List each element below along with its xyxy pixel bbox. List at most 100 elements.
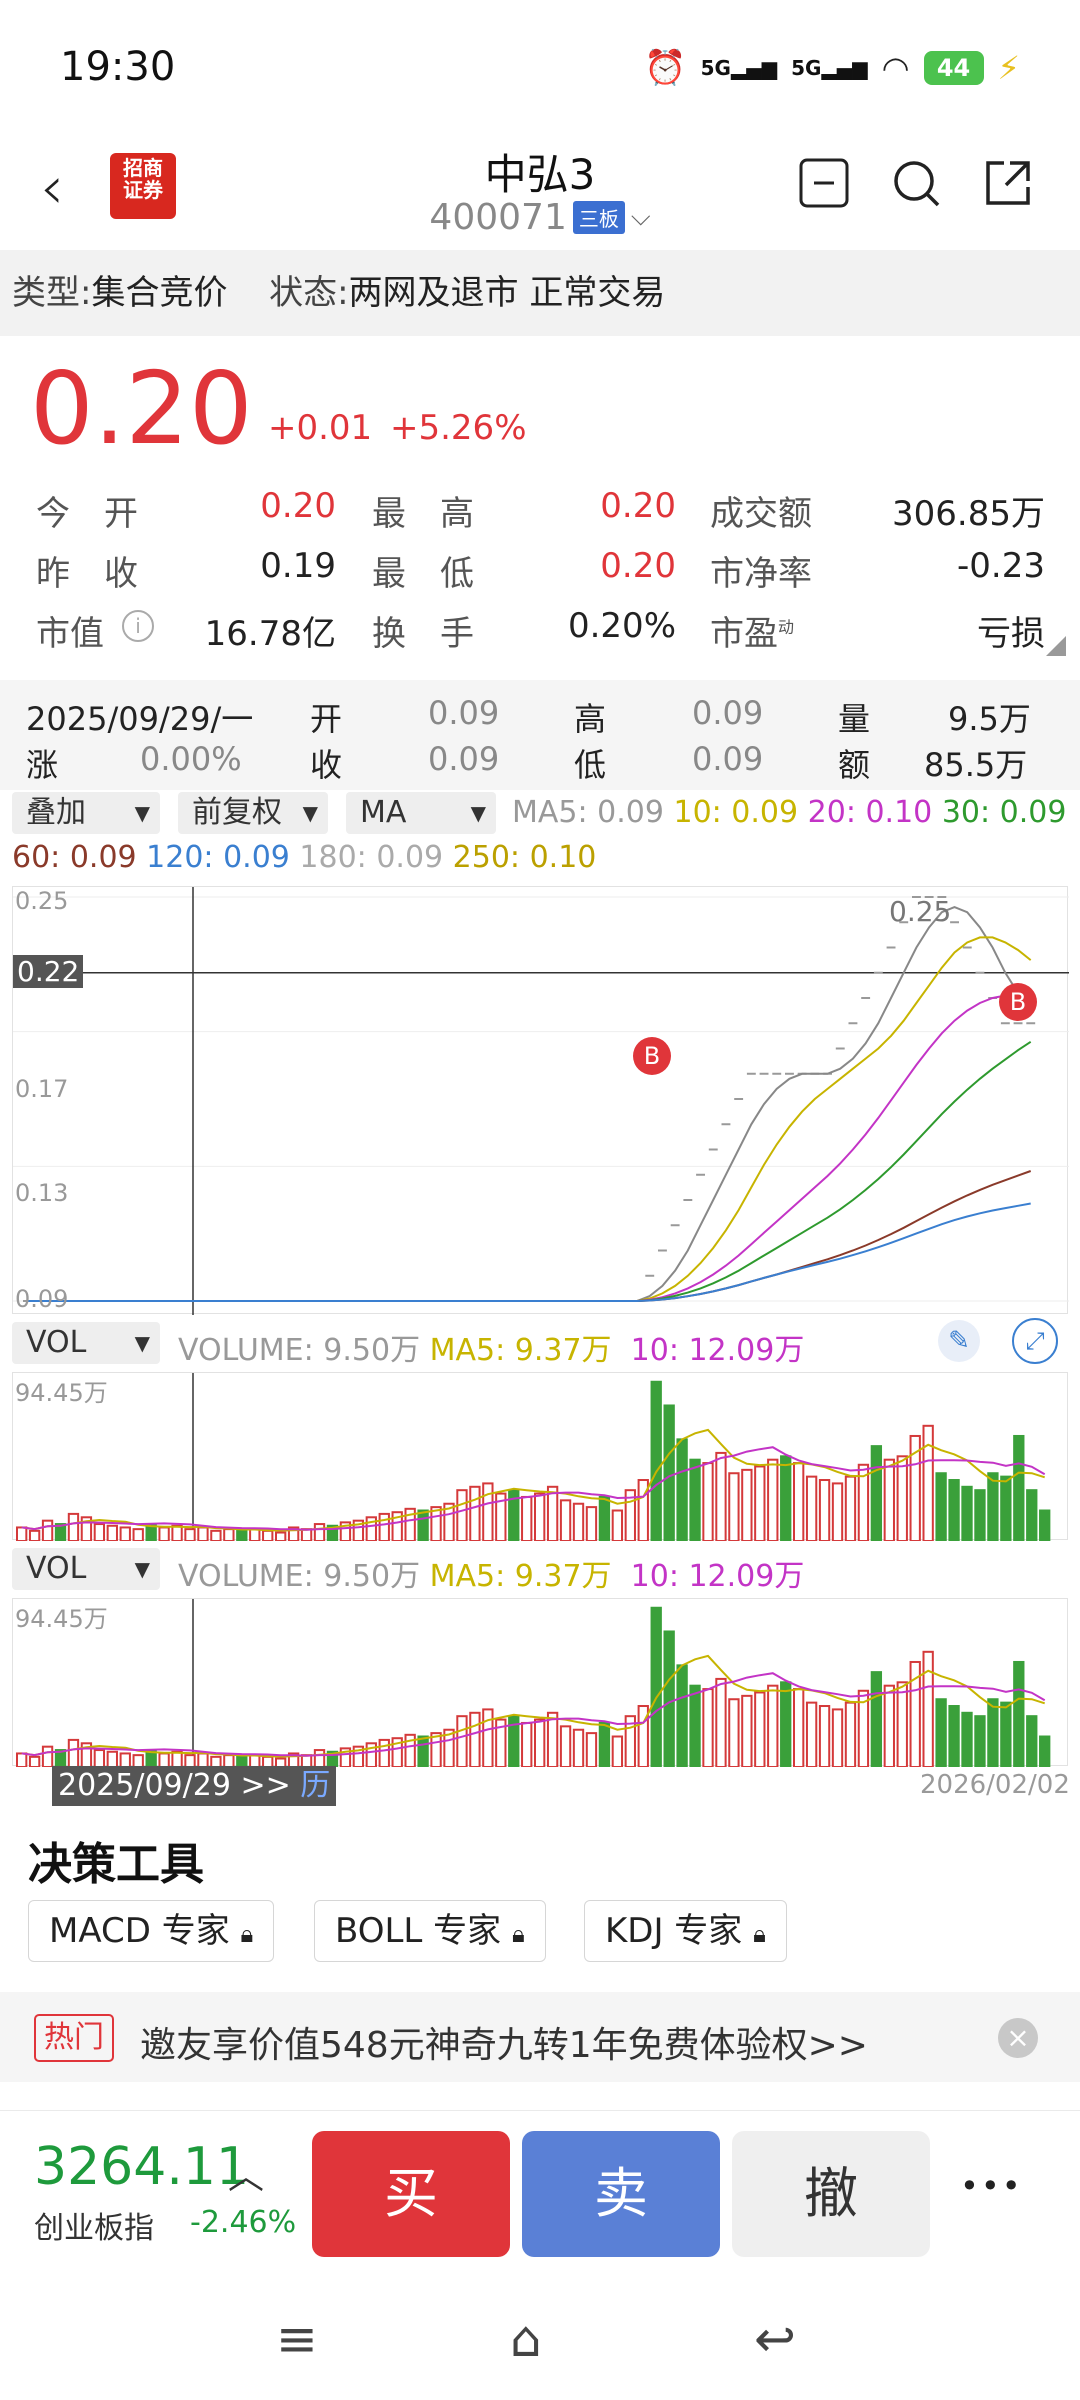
- volume-bar: [482, 1708, 494, 1768]
- day-date: 2025/09/29/一: [26, 700, 254, 738]
- promo-banner[interactable]: 热门 邀友享价值548元神奇九转1年免费体验权>> ×: [0, 1992, 1080, 2082]
- info-icon[interactable]: i: [122, 610, 154, 642]
- volume-bar: [300, 1528, 313, 1543]
- volume-bar: [469, 1711, 481, 1769]
- ma-dropdown[interactable]: MA ▼: [346, 792, 496, 834]
- volume-bar: [870, 1445, 883, 1542]
- volume-bar: [780, 1681, 792, 1768]
- volume-bar: [313, 1749, 326, 1768]
- volume-bar: [961, 1485, 973, 1543]
- ma30-line: [27, 1040, 1032, 1302]
- overlay-dropdown[interactable]: 叠加 ▼: [12, 792, 160, 834]
- cancel-button[interactable]: 撤: [732, 2131, 930, 2257]
- chevron-up-icon[interactable]: ︿: [228, 2147, 264, 2199]
- trade-bar: 3264.11 ︿ 创业板指 -2.46% 买 卖 撤 •••: [0, 2110, 1080, 2280]
- chevron-down-icon: ⌵: [630, 202, 651, 232]
- more-icon[interactable]: •••: [960, 2167, 1023, 2205]
- ma-values-row1: MA5: 0.09 10: 0.09 20: 0.10 30: 0.09: [512, 795, 1067, 830]
- volume-bar: [572, 1502, 585, 1542]
- volume-bar: [119, 1752, 131, 1769]
- volume-bar: [650, 1380, 662, 1542]
- fullscreen-icon[interactable]: ⤢: [1012, 1318, 1058, 1364]
- volume-bar: [676, 1438, 688, 1542]
- expand-corner-icon[interactable]: [1046, 636, 1066, 656]
- volume-bar: [559, 1725, 572, 1768]
- sell-button[interactable]: 卖: [522, 2131, 720, 2257]
- volume-bar: [16, 1752, 28, 1769]
- last-price: 0.20: [30, 350, 253, 467]
- volume-chart-2[interactable]: 94.45万: [12, 1598, 1068, 1769]
- close-icon[interactable]: ×: [998, 2018, 1038, 2058]
- volume-bar: [741, 1694, 753, 1768]
- edit-icon[interactable]: ✎: [938, 1320, 980, 1362]
- volume-bar: [650, 1606, 662, 1768]
- volume-chart-1[interactable]: 94.45万: [12, 1372, 1068, 1543]
- volume-bar: [28, 1529, 41, 1542]
- y-axis-bottom: 0.09: [15, 1285, 69, 1313]
- volume-bar: [728, 1698, 740, 1768]
- menu-icon[interactable]: ≡: [276, 2310, 318, 2368]
- buy-button[interactable]: 买: [312, 2131, 510, 2257]
- vol-max-2: 94.45万: [15, 1605, 108, 1633]
- vol-dropdown[interactable]: VOL ▼: [12, 1322, 160, 1364]
- type-value: 集合竞价: [91, 273, 228, 313]
- home-icon[interactable]: ⌂: [510, 2310, 542, 2368]
- kline-chart[interactable]: 0.25 0.17 0.13 0.09 0.22 0.25 B B: [12, 886, 1069, 1315]
- volume-bar: [28, 1755, 41, 1768]
- volume-bar: [754, 1691, 766, 1768]
- kline-svg: [13, 887, 1069, 1315]
- volume-bar: [780, 1455, 792, 1542]
- volume-bar: [41, 1745, 54, 1768]
- volume-bar: [171, 1524, 183, 1543]
- volume-bar: [546, 1485, 559, 1543]
- volume-bar: [16, 1526, 28, 1543]
- volume-bar: [896, 1455, 908, 1542]
- ma5-line: [27, 906, 1032, 1302]
- volume-bar: [275, 1531, 287, 1542]
- day-low-label: 低: [574, 746, 607, 784]
- volume-bar: [313, 1523, 326, 1542]
- macd-expert-button[interactable]: MACD 专家 🔒︎: [28, 1900, 275, 1962]
- volume-bar: [132, 1528, 144, 1543]
- index-value[interactable]: 3264.11: [34, 2137, 249, 2197]
- turnover-label: 成交额: [710, 494, 812, 534]
- search-icon[interactable]: [888, 157, 944, 213]
- promo-text[interactable]: 邀友享价值548元神奇九转1年免费体验权>>: [140, 2016, 868, 2068]
- turnrate-value: 0.20%: [567, 606, 676, 646]
- volume-bar: [728, 1472, 740, 1542]
- volume-bar: [456, 1715, 468, 1768]
- mcap-value: 16.78亿: [204, 614, 336, 654]
- volume-bar: [93, 1749, 106, 1768]
- volume-bar: [676, 1664, 688, 1768]
- back-nav-icon[interactable]: ↩: [754, 2310, 796, 2368]
- status-value: 两网及退市 正常交易: [348, 273, 666, 313]
- buy-marker-1[interactable]: B: [633, 1037, 671, 1075]
- volume-bar: [818, 1705, 831, 1768]
- volume-bar: [793, 1462, 805, 1542]
- ma-values-row2: 60: 0.09 120: 0.09 180: 0.09 250: 0.10: [12, 840, 597, 875]
- adjust-dropdown[interactable]: 前复权 ▼: [178, 792, 328, 834]
- share-icon[interactable]: [980, 157, 1036, 213]
- lock-icon: 🔒︎: [240, 1920, 254, 1948]
- volume-bar: [702, 1462, 714, 1542]
- volume-bar: [598, 1721, 611, 1768]
- board-badge: 三板: [572, 201, 625, 234]
- volume-bar: [1000, 1475, 1012, 1542]
- buy-marker-2[interactable]: B: [999, 983, 1037, 1021]
- kdj-expert-button[interactable]: KDJ 专家 🔒︎: [584, 1900, 787, 1962]
- volume-bar: [378, 1738, 390, 1768]
- low-label: 最 低: [372, 554, 474, 594]
- volume-bar: [831, 1482, 844, 1542]
- volume-bar: [987, 1472, 999, 1542]
- vol-dropdown-2[interactable]: VOL ▼: [12, 1548, 160, 1590]
- charging-icon: ⚡: [997, 49, 1020, 87]
- day-vol-label: 量: [838, 700, 871, 738]
- volume-bar: [922, 1424, 934, 1542]
- volume-bar: [1026, 1715, 1038, 1768]
- volume-bar: [197, 1752, 209, 1769]
- alarm-icon: ⏰: [644, 48, 687, 88]
- boll-expert-button[interactable]: BOLL 专家 🔒︎: [314, 1900, 546, 1962]
- minus-box-icon[interactable]: [796, 157, 852, 213]
- high-label: 最 高: [372, 494, 474, 534]
- volume-bar: [482, 1482, 494, 1542]
